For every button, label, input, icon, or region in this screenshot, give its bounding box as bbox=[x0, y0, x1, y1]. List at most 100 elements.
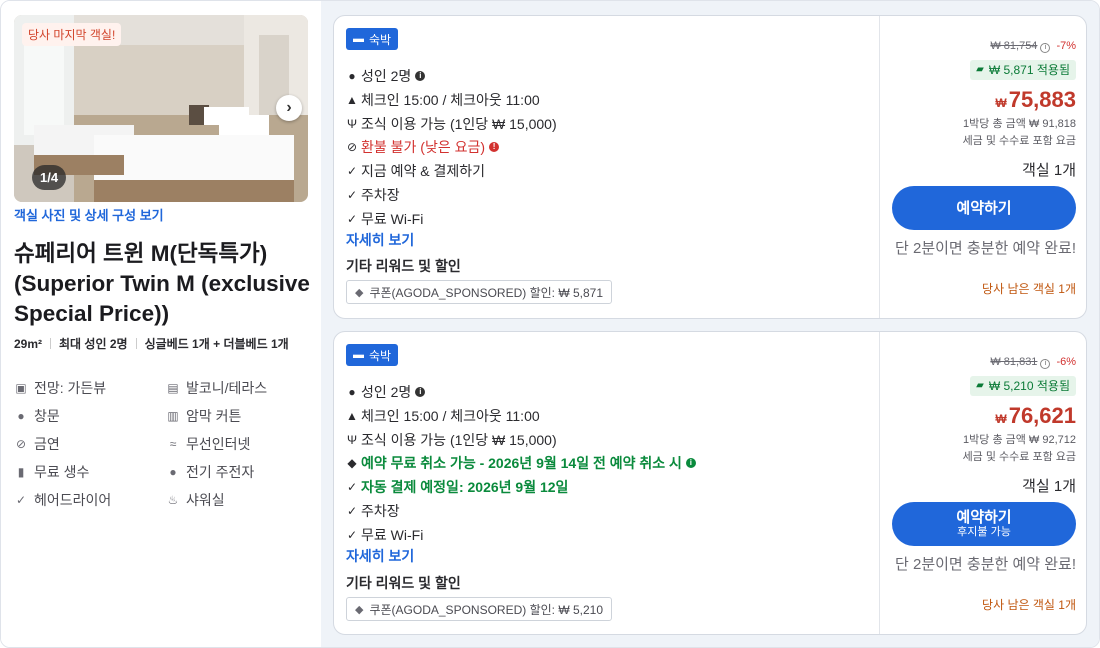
tax-note: 세금 및 수수료 포함 요금 bbox=[962, 135, 1076, 147]
spec-divider bbox=[135, 338, 137, 349]
book-button[interactable]: 예약하기 bbox=[892, 186, 1076, 230]
breakfast-line: Ψ 조식 이용 가능 (1인당 ₩ 15,000) bbox=[346, 114, 557, 134]
info-icon[interactable]: ! bbox=[489, 142, 500, 152]
tag-icon: ◆ bbox=[355, 286, 364, 299]
amenity-label: 전망: 가든뷰 bbox=[34, 380, 107, 396]
checkin-text: 체크인 15:00 / 체크아웃 11:00 bbox=[361, 92, 540, 108]
ev-charger-icon: ● bbox=[169, 465, 177, 479]
adults-line: ● 성인 2명 i bbox=[346, 66, 426, 86]
info-icon[interactable]: i bbox=[685, 458, 696, 468]
room-beds: 싱글베드 1개 + 더블베드 1개 bbox=[144, 337, 289, 351]
rewards-heading: 기타 리워드 및 할인 bbox=[346, 575, 461, 591]
coupon-badge: ◆ 쿠폰(AGODA_SPONSORED) 할인: ₩ 5,871 bbox=[346, 280, 613, 304]
price-panel: ₩ 81,754 i -7% ▰ ₩ 5,871 적용됨 ₩75,883 1박당 총 … bbox=[879, 16, 1088, 318]
cancellation-text: 예약 무료 취소 가능 - 2026년 9월 14일 전 예약 취소 시 bbox=[361, 455, 682, 471]
original-price: ₩ 81,754 i -7% bbox=[990, 40, 1076, 53]
amenity-item: ♨ 샤워실 bbox=[166, 491, 314, 509]
stay-tag-label: 숙박 bbox=[369, 32, 392, 47]
amenity-label: 암막 커튼 bbox=[186, 408, 242, 424]
room-title: 슈페리어 트윈 M(단독특가) (Superior Twin M (exclus… bbox=[14, 241, 310, 326]
info-icon[interactable]: i bbox=[415, 71, 426, 81]
shield-check-icon: ◆ bbox=[347, 456, 357, 470]
price-panel: ₩ 81,831 i -6% ▰ ₩ 5,210 적용됨 ₩76,621 1박당 총 … bbox=[879, 332, 1088, 634]
pay-later-label: 후지불 가능 bbox=[957, 526, 1011, 538]
stay-tag-label: 숙박 bbox=[369, 348, 392, 363]
tag-icon: ◆ bbox=[355, 603, 364, 616]
coupon-applied-row: ▰ ₩ 5,210 적용됨 bbox=[970, 375, 1076, 396]
coupon-text: 쿠폰(AGODA_SPONSORED) 할인: ₩ 5,871 bbox=[369, 285, 604, 300]
check-icon: ✓ bbox=[346, 504, 358, 518]
amenity-item: ≈ 무선인터넷 bbox=[166, 435, 314, 453]
next-photo-button[interactable]: › bbox=[276, 95, 302, 121]
check-icon: ✓ bbox=[15, 493, 27, 507]
applied-text: ₩ 5,210 적용됨 bbox=[988, 379, 1070, 393]
adults-text: 성인 2명 bbox=[361, 384, 412, 400]
rooms-left-note: 당사 남은 객실 1개 bbox=[982, 598, 1076, 612]
window-icon: ● bbox=[17, 409, 25, 423]
booking-time-note: 단 2분이면 충분한 예약 완료! bbox=[895, 240, 1076, 257]
amenity-label: 샤워실 bbox=[186, 492, 225, 508]
room-size: 29m² bbox=[14, 337, 43, 351]
breakfast-line: Ψ 조식 이용 가능 (1인당 ₩ 15,000) bbox=[346, 430, 557, 450]
info-icon[interactable]: i bbox=[1040, 43, 1051, 53]
amenity-item: ▮ 무료 생수 bbox=[14, 463, 166, 481]
person-icon: ● bbox=[348, 385, 356, 399]
check-icon: ✓ bbox=[346, 164, 358, 178]
details-link[interactable]: 자세히 보기 bbox=[346, 546, 414, 566]
final-price: ₩75,883 bbox=[995, 87, 1076, 113]
booking-time-note: 단 2분이면 충분한 예약 완료! bbox=[895, 556, 1076, 573]
info-icon[interactable]: i bbox=[415, 387, 426, 397]
feature-line: ✓ 무료 Wi-Fi bbox=[346, 525, 423, 545]
feature-line: ✓ 지금 예약 & 결제하기 bbox=[346, 161, 485, 181]
refund-policy-line: ⊘ 환불 불가 (낮은 요금)! bbox=[346, 137, 500, 157]
room-occupancy: 최대 성인 2명 bbox=[59, 337, 128, 351]
applied-text: ₩ 5,871 적용됨 bbox=[988, 63, 1070, 77]
water-bottle-icon: ▮ bbox=[17, 465, 25, 479]
room-photo[interactable]: 당사 마지막 객실! › 1/4 bbox=[14, 15, 308, 202]
strikethrough-price: ₩ 81,754 bbox=[990, 40, 1038, 52]
breakfast-text: 조식 이용 가능 (1인당 ₩ 15,000) bbox=[361, 432, 557, 448]
amenity-item: ▥ 암막 커튼 bbox=[166, 407, 314, 425]
offer-card: ▬ 숙박 ● 성인 2명 i ▲ 체크인 15:00 / 체크아웃 11:00 Ψ 조식 … bbox=[333, 15, 1087, 319]
amenity-label: 무선인터넷 bbox=[186, 436, 251, 452]
refund-policy-text: 환불 불가 (낮은 요금) bbox=[361, 139, 486, 155]
offer-details: ▬ 숙박 ● 성인 2명 i ▲ 체크인 15:00 / 체크아웃 11:00 Ψ 조식 … bbox=[334, 16, 879, 318]
coupon-applied-row: ▰ ₩ 5,871 적용됨 bbox=[970, 59, 1076, 80]
room-count: 객실 1개 bbox=[1022, 162, 1076, 179]
person-icon: ● bbox=[348, 69, 356, 83]
checkin-line: ▲ 체크인 15:00 / 체크아웃 11:00 bbox=[346, 90, 540, 110]
total-per-night: 1박당 총 금액 ₩ 92,712 bbox=[963, 434, 1076, 446]
coupon-text: 쿠폰(AGODA_SPONSORED) 할인: ₩ 5,210 bbox=[369, 602, 604, 617]
final-price-value: 76,621 bbox=[1008, 403, 1076, 428]
room-info-panel: 당사 마지막 객실! › 1/4 객실 사진 및 상세 구성 보기 슈페리어 트… bbox=[1, 1, 321, 647]
amenity-item: ⊘ 금연 bbox=[14, 435, 166, 453]
total-per-night: 1박당 총 금액 ₩ 91,818 bbox=[963, 118, 1076, 130]
ticket-icon: ▰ bbox=[976, 380, 984, 391]
payment-date-text: 자동 결제 예정일: 2026년 9월 12일 bbox=[361, 479, 569, 495]
feature-text: 무료 Wi-Fi bbox=[361, 527, 424, 543]
feature-line: ✓ 무료 Wi-Fi bbox=[346, 209, 423, 229]
offer-card: ▬ 숙박 ● 성인 2명 i ▲ 체크인 15:00 / 체크아웃 11:00 Ψ 조식 … bbox=[333, 331, 1087, 635]
amenity-item: ▣ 전망: 가든뷰 bbox=[14, 379, 166, 397]
wifi-icon: ≈ bbox=[169, 437, 177, 451]
room-specs: 29m² 최대 성인 2명 싱글베드 1개 + 더블베드 1개 bbox=[14, 335, 304, 353]
amenity-label: 헤어드라이어 bbox=[34, 492, 112, 508]
checkin-icon: ▲ bbox=[346, 93, 358, 107]
book-button[interactable]: 예약하기 후지불 가능 bbox=[892, 502, 1076, 546]
feature-text: 주차장 bbox=[361, 503, 400, 519]
discount-percent: -7% bbox=[1056, 40, 1076, 52]
room-listing-card: 당사 마지막 객실! › 1/4 객실 사진 및 상세 구성 보기 슈페리어 트… bbox=[0, 0, 1100, 648]
original-price: ₩ 81,831 i -6% bbox=[990, 356, 1076, 369]
amenity-item: ● 창문 bbox=[14, 407, 166, 425]
details-link[interactable]: 자세히 보기 bbox=[346, 230, 414, 250]
info-icon[interactable]: i bbox=[1040, 359, 1051, 369]
discount-percent: -6% bbox=[1056, 356, 1076, 368]
adults-line: ● 성인 2명 i bbox=[346, 382, 426, 402]
bed-icon: ▬ bbox=[353, 33, 364, 45]
curtain-icon: ▥ bbox=[167, 409, 179, 423]
amenity-item: ● 전기 주전자 bbox=[166, 463, 314, 481]
feature-line: ✓ 주차장 bbox=[346, 185, 400, 205]
feature-text: 주차장 bbox=[361, 187, 400, 203]
view-room-photos-link[interactable]: 객실 사진 및 상세 구성 보기 bbox=[14, 205, 164, 224]
coupon-applied-badge: ▰ ₩ 5,210 적용됨 bbox=[970, 375, 1076, 396]
